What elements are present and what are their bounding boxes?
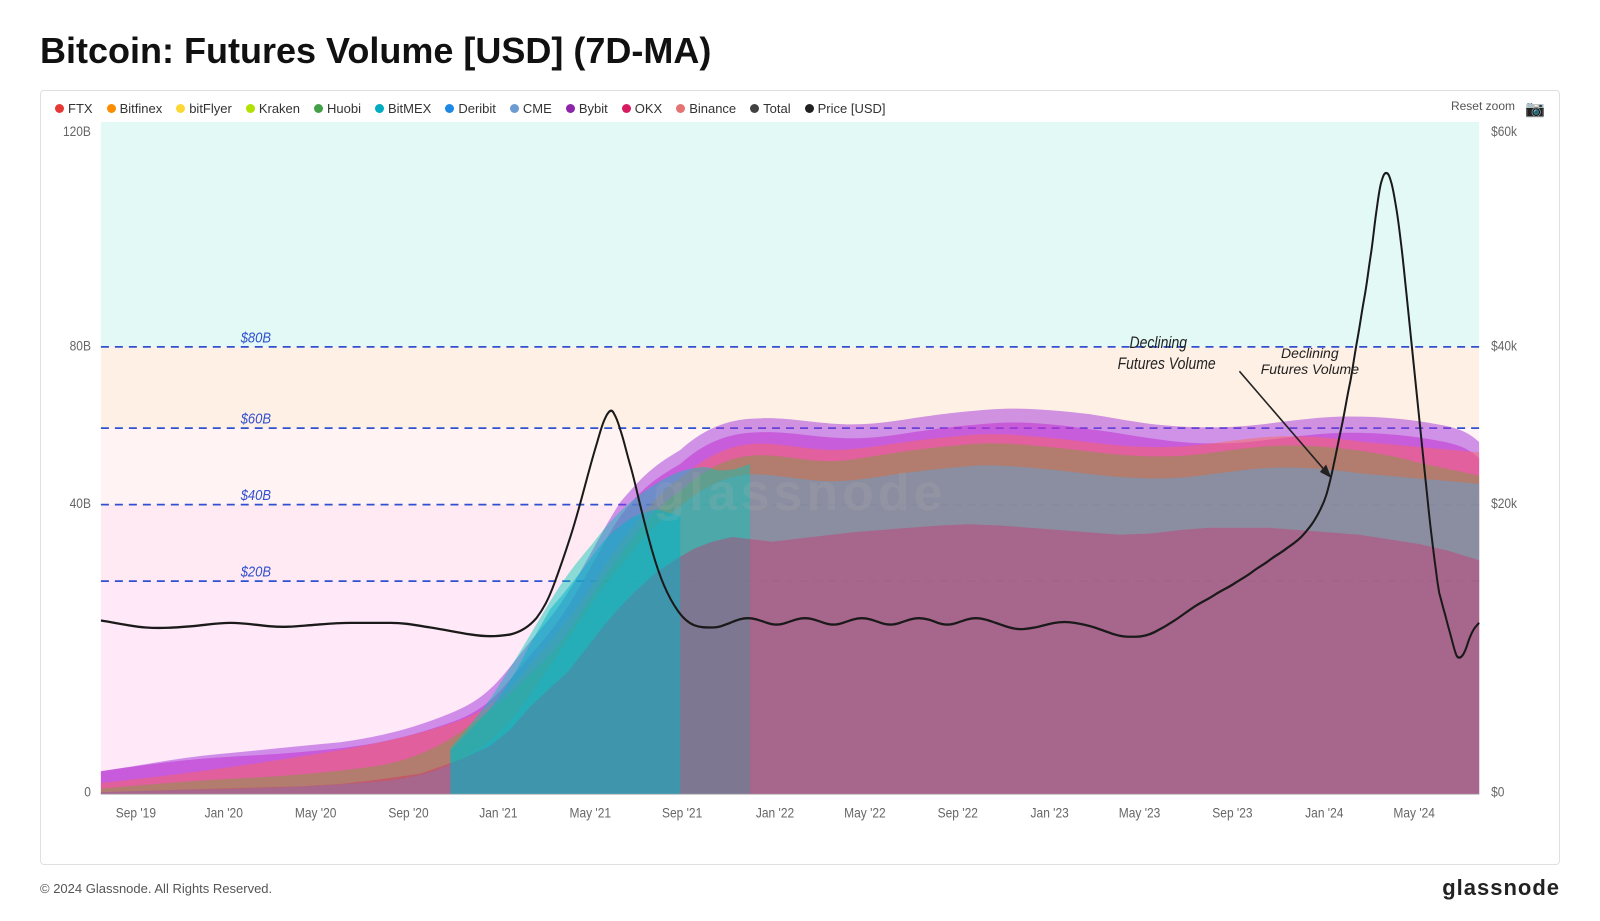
legend-dot <box>805 104 814 113</box>
svg-text:Jan '21: Jan '21 <box>479 805 517 821</box>
svg-text:Declining: Declining <box>1130 334 1188 352</box>
svg-text:Sep '19: Sep '19 <box>116 805 156 821</box>
svg-text:$40k: $40k <box>1491 338 1517 354</box>
svg-text:0: 0 <box>84 784 91 800</box>
legend-dot <box>314 104 323 113</box>
legend-item-okx[interactable]: OKX <box>622 101 662 116</box>
legend-label: CME <box>523 101 552 116</box>
svg-text:May '22: May '22 <box>844 805 886 821</box>
svg-text:Sep '21: Sep '21 <box>662 805 702 821</box>
legend-bar: FTX Bitfinex bitFlyer Kraken Huobi BitMEX Deri… <box>41 91 1559 122</box>
legend-label: Total <box>763 101 790 116</box>
legend-label: bitFlyer <box>189 101 232 116</box>
legend-dot <box>750 104 759 113</box>
legend-item-bybit[interactable]: Bybit <box>566 101 608 116</box>
legend-dot <box>510 104 519 113</box>
svg-text:$20B: $20B <box>240 563 271 580</box>
legend-dot <box>176 104 185 113</box>
legend-item-ftx[interactable]: FTX <box>55 101 93 116</box>
page-title: Bitcoin: Futures Volume [USD] (7D-MA) <box>40 30 1560 72</box>
svg-text:May '24: May '24 <box>1393 805 1435 821</box>
legend-label: BitMEX <box>388 101 431 116</box>
legend-item-priceusd[interactable]: Price [USD] <box>805 101 886 116</box>
svg-text:May '23: May '23 <box>1119 805 1161 821</box>
legend-item-bitmex[interactable]: BitMEX <box>375 101 431 116</box>
footer-copyright: © 2024 Glassnode. All Rights Reserved. <box>40 881 272 896</box>
legend-label: Huobi <box>327 101 361 116</box>
reset-zoom-button[interactable]: Reset zoom <box>1451 99 1515 113</box>
legend-item-bitfinex[interactable]: Bitfinex <box>107 101 163 116</box>
legend-label: Bybit <box>579 101 608 116</box>
legend-item-huobi[interactable]: Huobi <box>314 101 361 116</box>
chart-body: glassnode Declining Futures Volume <box>41 122 1559 864</box>
legend-dot <box>566 104 575 113</box>
svg-text:40B: 40B <box>70 495 91 511</box>
legend-item-kraken[interactable]: Kraken <box>246 101 300 116</box>
svg-text:May '20: May '20 <box>295 805 337 821</box>
svg-text:May '21: May '21 <box>570 805 612 821</box>
svg-text:120B: 120B <box>63 123 91 139</box>
svg-text:$60k: $60k <box>1491 123 1517 139</box>
chart-container: FTX Bitfinex bitFlyer Kraken Huobi BitMEX Deri… <box>40 90 1560 865</box>
legend-dot <box>55 104 64 113</box>
legend-item-total[interactable]: Total <box>750 101 790 116</box>
footer: © 2024 Glassnode. All Rights Reserved. g… <box>40 875 1560 901</box>
page-wrapper: Bitcoin: Futures Volume [USD] (7D-MA) FT… <box>0 0 1600 921</box>
legend-label: Kraken <box>259 101 300 116</box>
legend-dot <box>445 104 454 113</box>
legend-item-bitflyer[interactable]: bitFlyer <box>176 101 232 116</box>
legend-dot <box>622 104 631 113</box>
svg-text:Jan '23: Jan '23 <box>1031 805 1069 821</box>
camera-icon[interactable]: 📷 <box>1525 99 1545 119</box>
legend-item-binance[interactable]: Binance <box>676 101 736 116</box>
legend-item-deribit[interactable]: Deribit <box>445 101 496 116</box>
legend-label: Deribit <box>458 101 496 116</box>
legend-dot <box>107 104 116 113</box>
svg-text:$80B: $80B <box>240 328 271 345</box>
svg-text:Futures Volume: Futures Volume <box>1118 355 1216 373</box>
svg-text:Jan '24: Jan '24 <box>1305 805 1343 821</box>
legend-label: FTX <box>68 101 93 116</box>
svg-text:Sep '23: Sep '23 <box>1212 805 1252 821</box>
svg-text:80B: 80B <box>70 338 91 354</box>
legend-item-cme[interactable]: CME <box>510 101 552 116</box>
legend-label: Binance <box>689 101 736 116</box>
svg-text:Sep '22: Sep '22 <box>938 805 978 821</box>
legend-label: Price [USD] <box>818 101 886 116</box>
svg-text:$0: $0 <box>1491 784 1504 800</box>
legend-dot <box>375 104 384 113</box>
footer-logo: glassnode <box>1442 875 1560 901</box>
svg-text:$20k: $20k <box>1491 495 1517 511</box>
legend-dot <box>676 104 685 113</box>
svg-text:Jan '22: Jan '22 <box>756 805 794 821</box>
svg-text:Sep '20: Sep '20 <box>388 805 428 821</box>
legend-label: Bitfinex <box>120 101 163 116</box>
chart-svg: $80B $60B $40B $20B 120B 80B 40B 0 $60k … <box>41 122 1559 864</box>
svg-text:$40B: $40B <box>240 486 271 503</box>
svg-text:$60B: $60B <box>240 410 271 427</box>
legend-label: OKX <box>635 101 662 116</box>
legend-dot <box>246 104 255 113</box>
svg-text:Jan '20: Jan '20 <box>205 805 243 821</box>
